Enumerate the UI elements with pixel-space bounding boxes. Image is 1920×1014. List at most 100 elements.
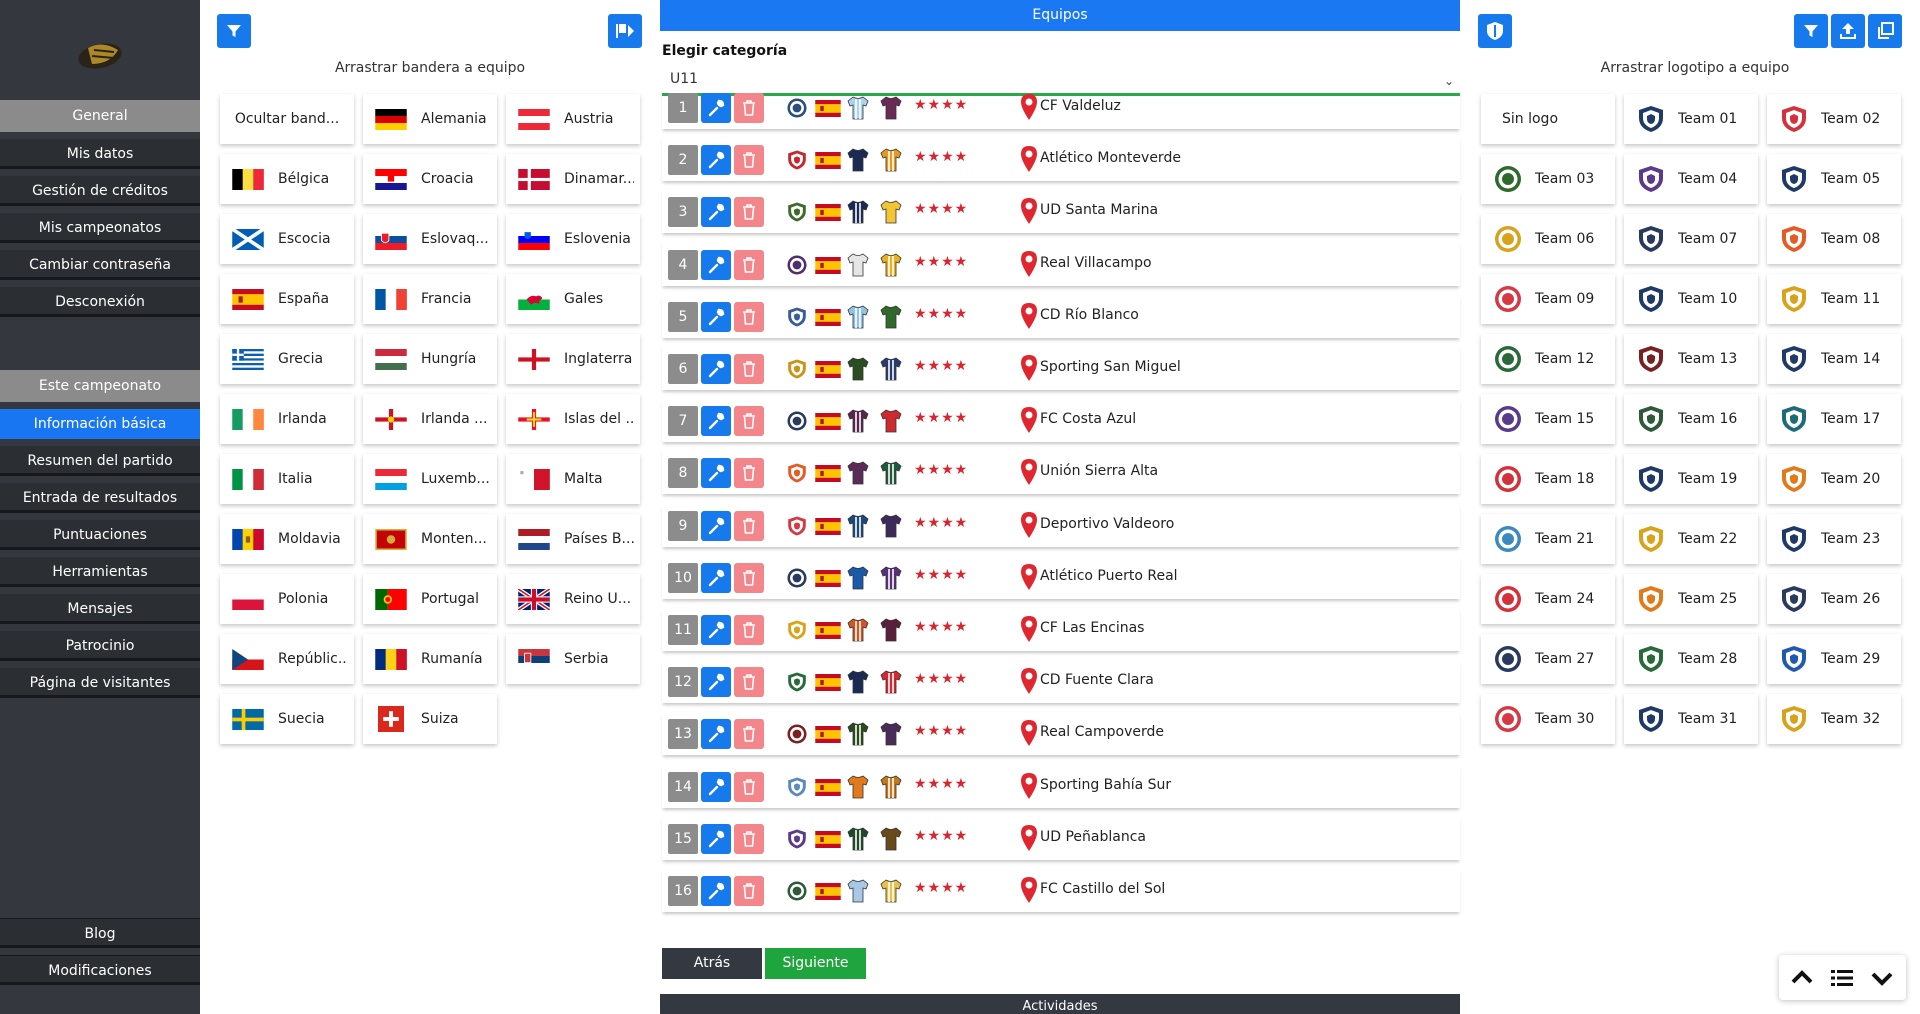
delete-team-button[interactable]: [734, 615, 764, 645]
team-name[interactable]: Real Campoverde: [1040, 724, 1164, 740]
flag-chip[interactable]: Eslovaq...: [363, 214, 497, 264]
team-name[interactable]: Unión Sierra Alta: [1040, 463, 1158, 479]
sidebar-item[interactable]: Mis datos: [0, 139, 200, 169]
logo-chip[interactable]: Team 17: [1767, 394, 1901, 444]
team-rating[interactable]: ★★★★: [914, 723, 968, 739]
flag-chip[interactable]: Hungría: [363, 334, 497, 384]
location-pin-icon[interactable]: [1020, 93, 1038, 121]
sidebar-item[interactable]: Herramientas: [0, 557, 200, 587]
location-pin-icon[interactable]: [1020, 250, 1038, 278]
away-shirt-icon[interactable]: [880, 670, 902, 694]
edit-team-button[interactable]: [701, 249, 731, 280]
logo-chip[interactable]: Team 11: [1767, 274, 1901, 324]
location-pin-icon[interactable]: [1020, 719, 1038, 747]
flag-chip[interactable]: Bélgica: [220, 154, 354, 204]
delete-team-button[interactable]: [734, 93, 764, 123]
away-shirt-icon[interactable]: [880, 357, 902, 381]
location-pin-icon[interactable]: [1020, 354, 1038, 382]
flag-chip[interactable]: Reino U...: [506, 574, 640, 624]
edit-team-button[interactable]: [701, 406, 731, 437]
sidebar-item[interactable]: Desconexión: [0, 287, 200, 317]
logo-chip[interactable]: Team 06: [1481, 214, 1615, 264]
delete-team-button[interactable]: [734, 458, 764, 489]
flag-chip[interactable]: Escocia: [220, 214, 354, 264]
team-rating[interactable]: ★★★★: [914, 410, 968, 426]
logo-chip[interactable]: Sin logo: [1481, 94, 1615, 144]
team-name[interactable]: Deportivo Valdeoro: [1040, 516, 1174, 532]
filter-logos-button[interactable]: [1794, 14, 1828, 48]
delete-team-button[interactable]: [734, 145, 764, 176]
scroll-down-button[interactable]: [1869, 965, 1895, 991]
flag-chip[interactable]: Rumanía: [363, 634, 497, 684]
flag-chip[interactable]: Inglaterra: [506, 334, 640, 384]
edit-team-button[interactable]: [701, 301, 731, 332]
logo-chip[interactable]: Team 10: [1624, 274, 1758, 324]
logo-chip[interactable]: Team 04: [1624, 154, 1758, 204]
logo-chip[interactable]: Team 21: [1481, 514, 1615, 564]
location-pin-icon[interactable]: [1020, 772, 1038, 800]
flag-chip[interactable]: Países B...: [506, 514, 640, 564]
home-shirt-icon[interactable]: [847, 409, 869, 433]
home-shirt-icon[interactable]: [847, 775, 869, 799]
team-rating[interactable]: ★★★★: [914, 776, 968, 792]
flag-chip[interactable]: Irlanda ...: [363, 394, 497, 444]
flag-chip[interactable]: Italia: [220, 454, 354, 504]
sidebar-item[interactable]: Página de visitantes: [0, 668, 200, 698]
logo-chip[interactable]: Team 30: [1481, 694, 1615, 744]
home-shirt-icon[interactable]: [847, 722, 869, 746]
flag-chip[interactable]: Luxemb...: [363, 454, 497, 504]
logo-chip[interactable]: Team 14: [1767, 334, 1901, 384]
delete-team-button[interactable]: [734, 719, 764, 750]
scroll-up-button[interactable]: [1789, 965, 1815, 991]
edit-team-button[interactable]: [701, 771, 731, 802]
team-name[interactable]: Real Villacampo: [1040, 255, 1152, 271]
team-rating[interactable]: ★★★★: [914, 671, 968, 687]
sidebar-item[interactable]: Blog: [0, 918, 200, 948]
home-shirt-icon[interactable]: [847, 514, 869, 538]
sidebar-item[interactable]: Puntuaciones: [0, 520, 200, 550]
location-pin-icon[interactable]: [1020, 511, 1038, 539]
sidebar-item[interactable]: Modificaciones: [0, 955, 200, 985]
activities-header[interactable]: Actividades: [660, 994, 1460, 1014]
delete-team-button[interactable]: [734, 667, 764, 698]
away-shirt-icon[interactable]: [880, 514, 902, 538]
flag-chip[interactable]: Alemania: [363, 94, 497, 144]
location-pin-icon[interactable]: [1020, 145, 1038, 173]
team-name[interactable]: UD Peñablanca: [1040, 829, 1146, 845]
delete-team-button[interactable]: [734, 562, 764, 593]
team-name[interactable]: CF Valdeluz: [1040, 98, 1121, 114]
team-name[interactable]: Sporting San Miguel: [1040, 359, 1181, 375]
away-shirt-icon[interactable]: [880, 827, 902, 851]
logo-chip[interactable]: Team 32: [1767, 694, 1901, 744]
location-pin-icon[interactable]: [1020, 406, 1038, 434]
home-shirt-icon[interactable]: [847, 670, 869, 694]
flag-chip[interactable]: Irlanda: [220, 394, 354, 444]
flag-chip[interactable]: Malta: [506, 454, 640, 504]
delete-team-button[interactable]: [734, 197, 764, 228]
logo-chip[interactable]: Team 02: [1767, 94, 1901, 144]
delete-team-button[interactable]: [734, 876, 764, 906]
logo-chip[interactable]: Team 15: [1481, 394, 1615, 444]
logo-chip[interactable]: Team 28: [1624, 634, 1758, 684]
team-rating[interactable]: ★★★★: [914, 880, 968, 896]
team-rating[interactable]: ★★★★: [914, 828, 968, 844]
upload-logo-button[interactable]: [1831, 14, 1865, 48]
next-button[interactable]: Siguiente: [765, 948, 866, 979]
logo-chip[interactable]: Team 22: [1624, 514, 1758, 564]
team-name[interactable]: FC Costa Azul: [1040, 411, 1136, 427]
sidebar-item[interactable]: Resumen del partido: [0, 446, 200, 476]
team-rating[interactable]: ★★★★: [914, 97, 968, 113]
home-shirt-icon[interactable]: [847, 879, 869, 903]
team-name[interactable]: FC Castillo del Sol: [1040, 881, 1165, 897]
delete-team-button[interactable]: [734, 301, 764, 332]
team-rating[interactable]: ★★★★: [914, 358, 968, 374]
edit-team-button[interactable]: [701, 510, 731, 541]
location-pin-icon[interactable]: [1020, 615, 1038, 643]
sidebar-item[interactable]: Gestión de créditos: [0, 176, 200, 206]
sidebar-item[interactable]: Cambiar contraseña: [0, 250, 200, 280]
edit-team-button[interactable]: [701, 145, 731, 176]
delete-team-button[interactable]: [734, 823, 764, 854]
logo-chip[interactable]: Team 08: [1767, 214, 1901, 264]
location-pin-icon[interactable]: [1020, 824, 1038, 852]
team-name[interactable]: Atlético Puerto Real: [1040, 568, 1178, 584]
